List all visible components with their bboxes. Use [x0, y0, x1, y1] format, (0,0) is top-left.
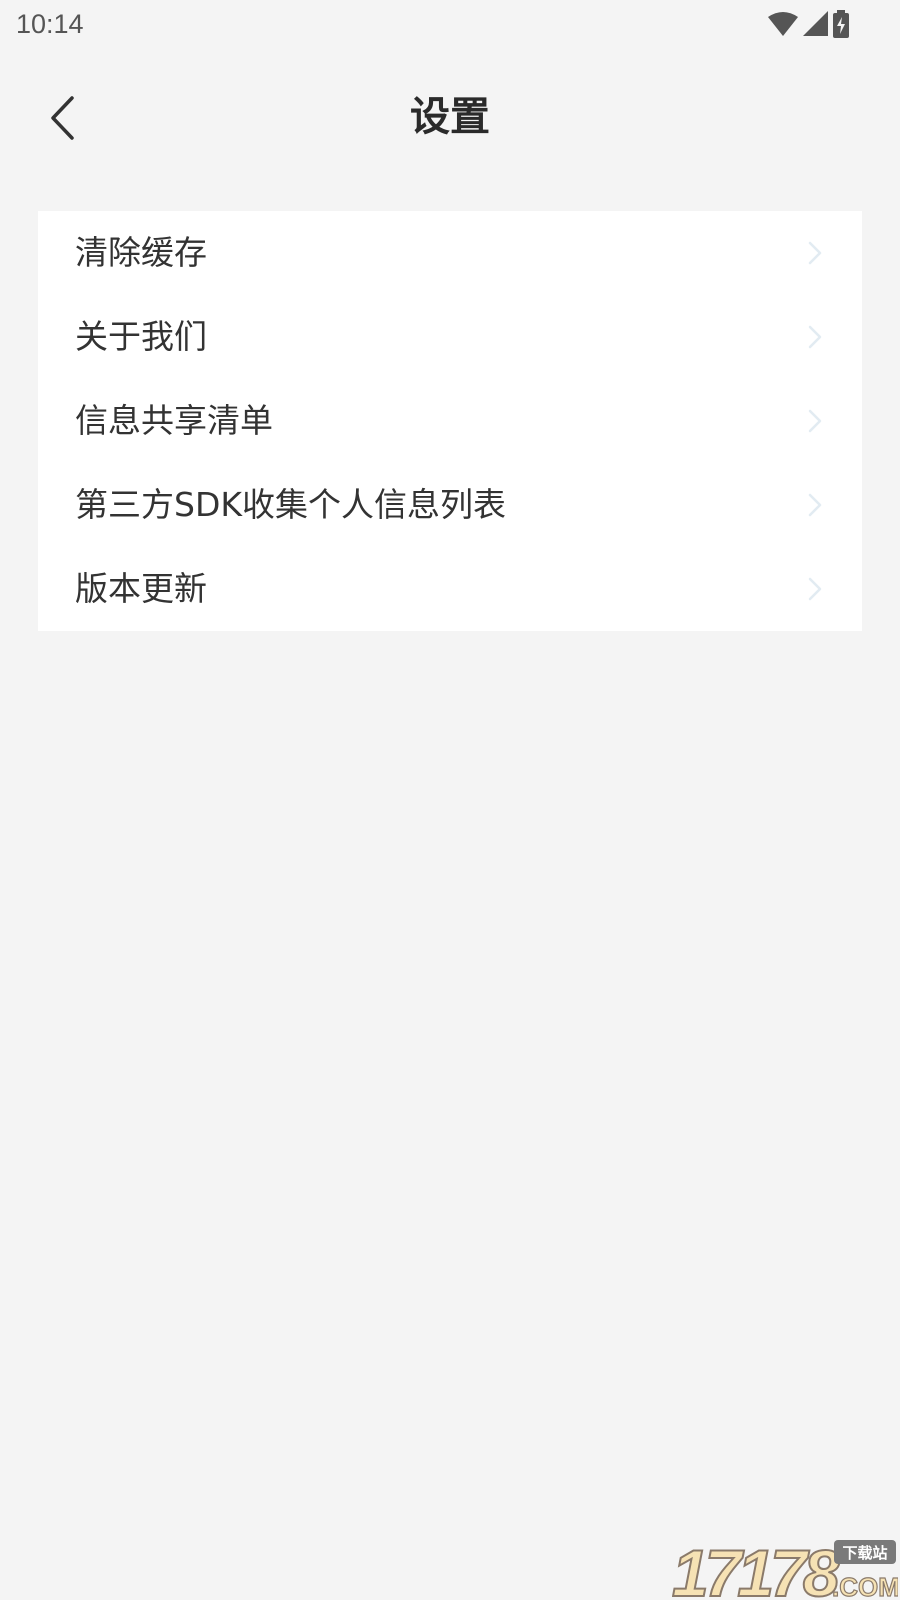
status-time: 10:14	[16, 9, 84, 39]
chevron-right-icon	[808, 241, 822, 265]
wifi-icon	[768, 12, 798, 36]
header: 设置	[0, 70, 900, 165]
page-title: 设置	[410, 94, 490, 140]
settings-item-version-update[interactable]: 版本更新	[38, 547, 862, 631]
chevron-right-icon	[808, 409, 822, 433]
settings-item-third-party-sdk[interactable]: 第三方SDK收集个人信息列表	[38, 463, 862, 547]
svg-text:17178: 17178	[672, 1536, 840, 1600]
settings-item-label: 版本更新	[75, 569, 207, 608]
chevron-right-icon	[808, 325, 822, 349]
settings-item-about-us[interactable]: 关于我们	[38, 295, 862, 379]
svg-text:.COM: .COM	[832, 1572, 898, 1600]
chevron-right-icon	[808, 493, 822, 517]
watermark-logo: 17178 下载站 .COM	[672, 1536, 898, 1600]
chevron-right-icon	[808, 577, 822, 601]
settings-item-info-sharing-list[interactable]: 信息共享清单	[38, 379, 862, 463]
status-icons	[768, 10, 850, 38]
settings-item-clear-cache[interactable]: 清除缓存	[38, 211, 862, 295]
settings-item-label: 信息共享清单	[75, 401, 273, 440]
settings-item-label: 第三方SDK收集个人信息列表	[75, 485, 506, 524]
settings-list: 清除缓存 关于我们 信息共享清单 第三方SDK收集个人信息列表 版本更新	[38, 211, 862, 631]
battery-charging-icon	[833, 10, 849, 38]
status-bar: 10:14	[0, 0, 900, 50]
settings-item-label: 清除缓存	[75, 233, 207, 272]
svg-text:下载站: 下载站	[842, 1544, 887, 1562]
signal-icon	[803, 11, 828, 36]
settings-item-label: 关于我们	[75, 317, 207, 356]
